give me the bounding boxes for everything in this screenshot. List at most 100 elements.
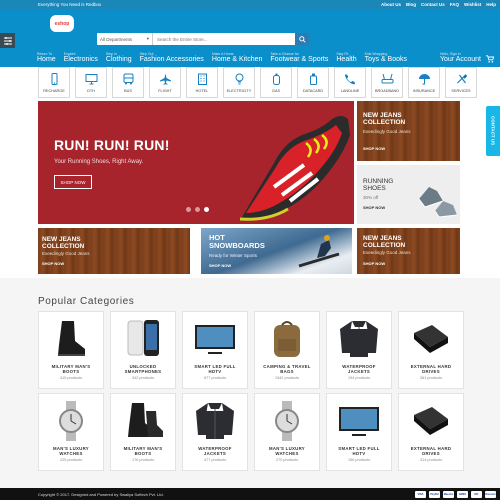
nav-clothing[interactable]: Step in Clothing [106, 52, 132, 63]
usb-modem-icon [309, 73, 317, 85]
category-card[interactable]: MILITARY MAN'S BOOTS 415 products [38, 311, 104, 389]
service-label: DTH [87, 88, 95, 93]
promo-title: NEW JEANS COLLECTION [42, 236, 85, 250]
service-label: LANDLINE [340, 88, 360, 93]
search-button[interactable] [295, 33, 309, 45]
carousel-dot[interactable] [186, 207, 191, 212]
faq-link[interactable]: FAQ [450, 2, 459, 7]
service-broadband[interactable]: BROADBAND [371, 67, 403, 98]
category-card[interactable]: EXTERNAL HARD DRIVES 314 products [398, 393, 464, 471]
service-insurance[interactable]: INSURANCE [408, 67, 440, 98]
category-count: 1342 products [274, 375, 300, 380]
nav-fashion-hint: Step Out [139, 52, 154, 56]
search-bar: All Departments ▾ [97, 33, 309, 45]
service-dth[interactable]: DTH [75, 67, 107, 98]
promo-shop-now-link[interactable]: SHOP NOW [363, 146, 385, 151]
nav-footwear[interactable]: Take a Chance for Footwear & Sports [270, 52, 328, 63]
nav-home-kitchen-label: Home & Kitchen [211, 56, 263, 63]
promo-running-shoes[interactable]: RUNNING SHOES 30% off SHOP NOW [357, 165, 460, 224]
service-landline[interactable]: LANDLINE [334, 67, 366, 98]
nav-home-kitchen[interactable]: Make A Home Home & Kitchen [212, 52, 263, 63]
promo-snowboards[interactable]: HOT SNOWBOARDS Ready for Winter Sports S… [201, 228, 352, 274]
promo-title: NEW JEANS COLLECTION [363, 235, 406, 249]
promo-shop-now-link[interactable]: SHOP NOW [363, 205, 385, 210]
about-us-link[interactable]: About Us [381, 2, 401, 7]
wishlist-link[interactable]: Wishlist [464, 2, 481, 7]
site-logo[interactable]: eshop [50, 15, 74, 32]
hero-shop-now-button[interactable]: SHOP NOW [54, 175, 92, 189]
department-value: All Departments [100, 36, 133, 42]
category-count: 342 products [132, 375, 154, 380]
nav-home[interactable]: Return To Home [37, 52, 56, 63]
contact-us-link[interactable]: Contact Us [421, 2, 445, 7]
category-card[interactable]: SMART LED FULL HDTV 677 products [182, 311, 248, 389]
chevron-down-icon: ▾ [146, 36, 149, 41]
category-card[interactable]: MILITARY MAN'S BOOTS 176 products [110, 393, 176, 471]
category-name: MAN'S LUXURY WATCHES [53, 446, 89, 456]
category-card[interactable]: MAN'S LUXURY WATCHES 225 products [38, 393, 104, 471]
service-gas[interactable]: GAS [260, 67, 292, 98]
nav-footwear-label: Footwear & Sports [270, 56, 329, 63]
service-datacard[interactable]: DATACARD [297, 67, 329, 98]
promo-shop-now-link[interactable]: SHOP NOW [42, 261, 64, 266]
promo-jeans-top[interactable]: NEW JEANS COLLECTION Exeedingly Good Jea… [357, 101, 460, 161]
category-card[interactable]: WATERPROOF JACKETS 477 products [182, 393, 248, 471]
service-label: HOTEL [195, 88, 209, 93]
search-input[interactable] [153, 33, 295, 45]
promo-jeans-left[interactable]: NEW JEANS COLLECTION Exeedingly Good Jea… [38, 228, 190, 274]
mastercard-icon: MC [471, 490, 482, 498]
service-recharge[interactable]: RECHARGE [38, 67, 70, 98]
category-name: EXTERNAL HARD DRIVES [410, 364, 452, 374]
service-electricity[interactable]: ELECTRICITY [223, 67, 255, 98]
snowboarder-image [298, 235, 340, 268]
search-icon [298, 35, 306, 43]
account-area: Hello, Sign in Your Account [440, 52, 494, 63]
cart-icon[interactable] [486, 55, 494, 63]
category-name: SMART LED FULL HDTV [194, 364, 236, 374]
bulb-icon [235, 73, 243, 84]
category-count: 361 products [420, 375, 442, 380]
category-name: EXTERNAL HARD DRIVES [410, 446, 452, 456]
service-flight[interactable]: FLIGHT [149, 67, 181, 98]
category-card[interactable]: CAMPING & TRAVEL BAGS 1342 products [254, 311, 320, 389]
nav-fashion[interactable]: Step Out Fashion Accessories [140, 52, 204, 63]
help-link[interactable]: Help [486, 2, 496, 7]
smartphone-icon [127, 320, 159, 356]
category-card[interactable]: WATERPROOF JACKETS 194 products [326, 311, 392, 389]
category-card[interactable]: MAN'S LUXURY WATCHES 270 products [254, 393, 320, 471]
promo-shop-now-link[interactable]: SHOP NOW [209, 263, 231, 268]
promo-shop-now-link[interactable]: SHOP NOW [363, 261, 385, 266]
nav-toys[interactable]: Kids Wrapping Toys & Books [365, 52, 407, 63]
boot-icon [58, 321, 85, 356]
promo-jeans-right[interactable]: NEW JEANS COLLECTION Exeedingly Good Jea… [357, 228, 460, 274]
blog-link[interactable]: Blog [406, 2, 416, 7]
service-label: FLIGHT [158, 88, 172, 93]
service-bus[interactable]: BUS [112, 67, 144, 98]
category-count: 270 products [276, 457, 298, 462]
contact-us-tab[interactable]: CONTACT US [486, 106, 500, 156]
carousel-dot[interactable] [195, 207, 200, 212]
menu-toggle-button[interactable] [0, 33, 15, 48]
nav-home-kitchen-hint: Make A Home [211, 52, 234, 56]
visa-icon: VISA [415, 490, 426, 498]
department-select[interactable]: All Departments ▾ [97, 33, 153, 45]
category-name: MAN'S LUXURY WATCHES [269, 446, 305, 456]
category-card[interactable]: SMART LED FULL HDTV 156 products [326, 393, 392, 471]
category-card[interactable]: UNLOCKED SMARTPHONES 342 products [110, 311, 176, 389]
nav-electronics-label: Electronics [63, 56, 98, 63]
carousel-dot-active[interactable] [204, 207, 209, 212]
promo-subtitle: Ready for Winter Sports [209, 253, 258, 258]
category-card[interactable]: EXTERNAL HARD DRIVES 361 products [398, 311, 464, 389]
hero-banner[interactable]: RUN! RUN! RUN! Your Running Shoes, Right… [38, 101, 354, 224]
hero-subtitle: Your Running Shoes, Right Away. [54, 159, 144, 165]
nav-toys-label: Toys & Books [364, 56, 408, 63]
amex-icon: AMEX [457, 490, 468, 498]
nav-fashion-label: Fashion Accessories [139, 56, 204, 63]
service-services[interactable]: SERVICES [445, 67, 477, 98]
maestro-icon: Maestro [443, 490, 454, 498]
nav-health[interactable]: Stay Fit Health [336, 52, 356, 63]
category-count: 156 products [348, 457, 370, 462]
service-hotel[interactable]: HOTEL [186, 67, 218, 98]
nav-electronics[interactable]: Explore Electronics [64, 52, 98, 63]
account-link[interactable]: Hello, Sign in Your Account [440, 52, 481, 63]
